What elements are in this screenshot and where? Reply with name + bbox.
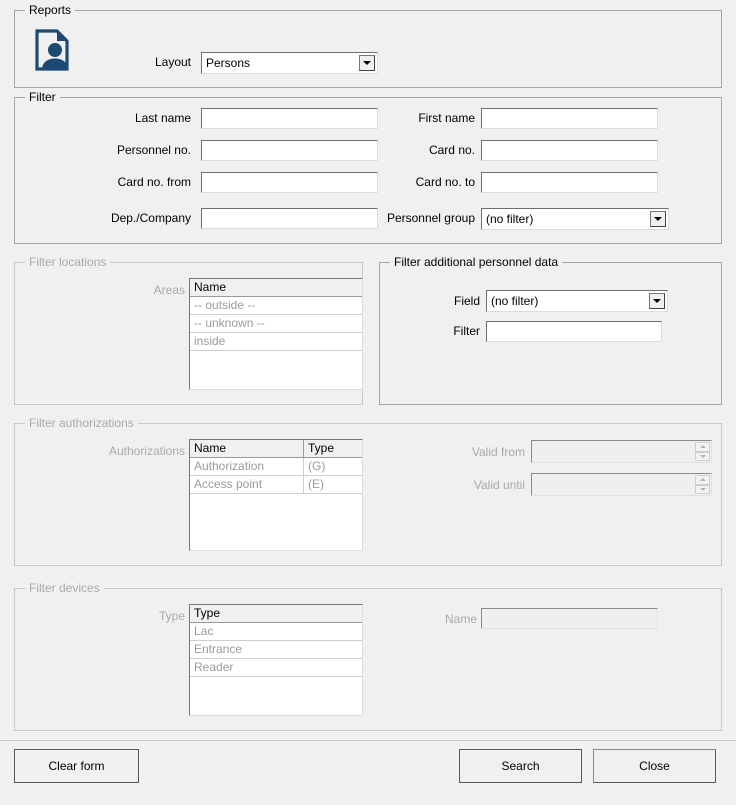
field-label: Field — [453, 294, 480, 308]
device-type-grid-header: Type — [190, 605, 362, 623]
areas-label: Areas — [153, 283, 185, 297]
authorizations-cell-name: Authorization — [194, 459, 265, 473]
areas-cell-name: -- outside -- — [194, 298, 256, 312]
table-row[interactable]: -- unknown -- — [190, 315, 362, 333]
filter-locations-group-title: Filter locations — [25, 256, 111, 269]
device-cell-type: Lac — [194, 624, 214, 638]
valid-until-value — [532, 474, 695, 495]
valid-from-label: Valid from — [471, 445, 525, 459]
layout-label: Layout — [154, 55, 191, 69]
personnel-group-combobox-value: (no filter) — [486, 212, 534, 226]
personnel-group-label: Personnel group — [386, 211, 475, 225]
areas-cell-name: inside — [194, 334, 226, 348]
additional-field-combobox-value: (no filter) — [491, 294, 539, 308]
table-row[interactable]: Lac — [190, 623, 362, 641]
additional-field-combobox[interactable]: (no filter) — [486, 290, 668, 312]
layout-combobox[interactable]: Persons — [201, 52, 378, 74]
areas-grid[interactable]: Name -- outside -- -- unknown -- inside — [189, 278, 363, 390]
search-button[interactable]: Search — [459, 749, 582, 783]
spinner-down-icon[interactable] — [695, 484, 710, 494]
first-name-input[interactable] — [481, 108, 658, 129]
valid-from-spinner-buttons[interactable] — [695, 442, 710, 461]
table-row[interactable]: inside — [190, 333, 362, 351]
filter-additional-group-title: Filter additional personnel data — [390, 256, 563, 269]
authorizations-cell-name: Access point — [194, 477, 263, 491]
filter-group-title: Filter — [25, 91, 60, 104]
spinner-up-icon[interactable] — [695, 442, 710, 452]
authorizations-cell-type: (E) — [303, 476, 362, 493]
device-cell-type: Reader — [194, 660, 234, 674]
first-name-label: First name — [418, 111, 475, 125]
valid-from-value — [532, 441, 695, 462]
table-row[interactable]: Authorization (G) — [190, 458, 362, 476]
device-cell-type: Entrance — [194, 642, 243, 656]
device-name-label: Name — [444, 612, 477, 626]
device-column-type: Type — [194, 606, 221, 620]
valid-until-spinner-buttons[interactable] — [695, 475, 710, 494]
card-no-from-label: Card no. from — [117, 175, 191, 189]
filter-devices-group-title: Filter devices — [25, 582, 104, 595]
authorizations-label: Authorizations — [108, 444, 185, 458]
authorizations-grid-header: Name Type — [190, 440, 362, 458]
layout-combobox-value: Persons — [206, 56, 251, 70]
spinner-up-icon[interactable] — [695, 475, 710, 485]
chevron-down-icon[interactable] — [649, 293, 665, 309]
additional-filter-input[interactable] — [486, 321, 662, 342]
filter-locations-group: Filter locations Areas Name -- outside -… — [14, 256, 363, 405]
areas-grid-header: Name — [190, 279, 362, 297]
authorizations-column-name: Name — [194, 441, 227, 455]
close-button[interactable]: Close — [593, 749, 716, 783]
personnel-group-combobox[interactable]: (no filter) — [481, 208, 669, 230]
device-name-input[interactable] — [481, 608, 658, 629]
report-person-icon — [35, 29, 69, 71]
personnel-no-label: Personnel no. — [116, 143, 191, 157]
reports-group-title: Reports — [25, 4, 76, 17]
filter-group: Filter Last name First name Personnel no… — [14, 91, 722, 244]
filter-additional-personnel-data-group: Filter additional personnel data Field (… — [379, 256, 722, 405]
reports-group: Reports Layout Persons — [14, 4, 722, 88]
footer-separator — [0, 740, 736, 741]
filter-authorizations-group-title: Filter authorizations — [25, 417, 138, 430]
valid-until-spinner[interactable] — [531, 473, 712, 496]
table-row[interactable]: Access point (E) — [190, 476, 362, 494]
dep-company-label: Dep./Company — [110, 211, 191, 225]
additional-filter-label: Filter — [453, 324, 480, 338]
authorizations-column-type: Type — [303, 440, 362, 457]
report-search-dialog: Reports Layout Persons Filter Last name … — [0, 0, 736, 805]
table-row[interactable]: Reader — [190, 659, 362, 677]
authorizations-cell-type: (G) — [303, 458, 362, 475]
filter-devices-group: Filter devices Type Type Lac Entrance Re… — [14, 582, 722, 731]
card-no-to-input[interactable] — [481, 172, 658, 193]
card-no-input[interactable] — [481, 140, 658, 161]
device-type-label: Type — [158, 609, 185, 623]
table-row[interactable]: Entrance — [190, 641, 362, 659]
chevron-down-icon[interactable] — [359, 55, 375, 71]
chevron-down-icon[interactable] — [650, 211, 666, 227]
areas-column-name: Name — [194, 280, 227, 294]
areas-cell-name: -- unknown -- — [194, 316, 265, 330]
device-type-grid[interactable]: Type Lac Entrance Reader — [189, 604, 363, 716]
spinner-down-icon[interactable] — [695, 451, 710, 461]
valid-until-label: Valid until — [473, 478, 525, 492]
filter-authorizations-group: Filter authorizations Authorizations Nam… — [14, 417, 722, 566]
authorizations-grid[interactable]: Name Type Authorization (G) Access point… — [189, 439, 363, 551]
valid-from-spinner[interactable] — [531, 440, 712, 463]
last-name-label: Last name — [134, 111, 191, 125]
table-row[interactable]: -- outside -- — [190, 297, 362, 315]
card-no-label: Card no. — [428, 143, 475, 157]
card-no-to-label: Card no. to — [415, 175, 475, 189]
clear-form-button[interactable]: Clear form — [14, 749, 139, 783]
